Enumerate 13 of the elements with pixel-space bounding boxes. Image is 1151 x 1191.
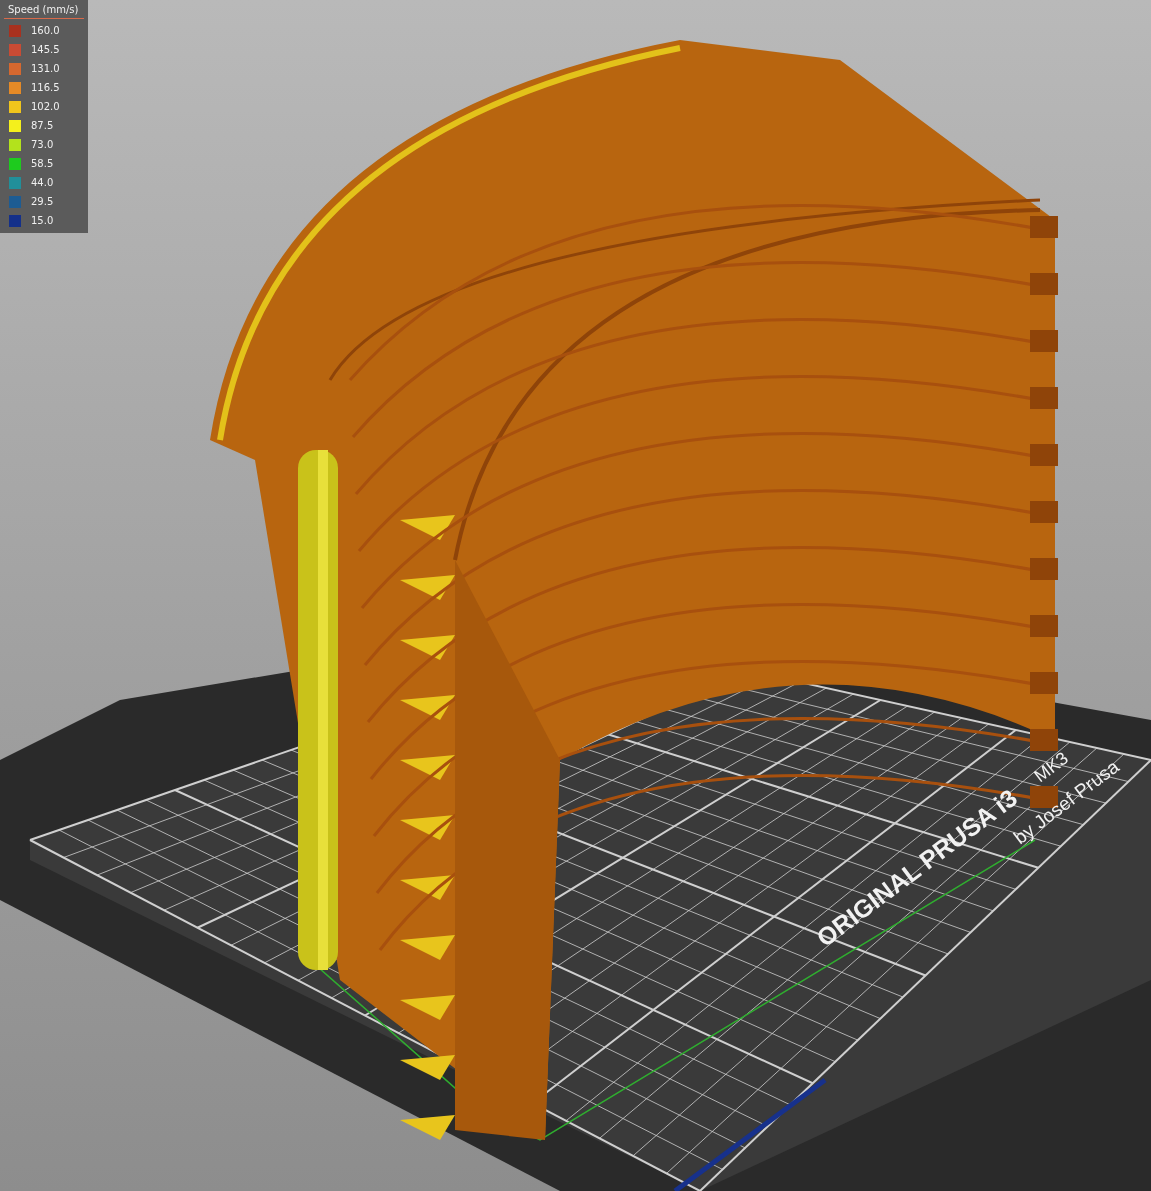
legend-value: 73.0 xyxy=(31,139,54,150)
legend-value: 102.0 xyxy=(31,101,60,112)
legend-value: 44.0 xyxy=(31,177,54,188)
legend-value: 58.5 xyxy=(31,158,54,169)
legend-value: 131.0 xyxy=(31,63,60,74)
legend-value: 15.0 xyxy=(31,215,54,226)
legend-title: Speed (mm/s) xyxy=(4,4,84,19)
legend-value: 87.5 xyxy=(31,120,54,131)
bed-label: MK3 xyxy=(1030,747,1072,787)
legend-value: 116.5 xyxy=(31,82,60,93)
legend-value: 29.5 xyxy=(31,196,54,207)
legend-value: 160.0 xyxy=(31,25,60,36)
legend-value: 145.5 xyxy=(31,44,60,55)
